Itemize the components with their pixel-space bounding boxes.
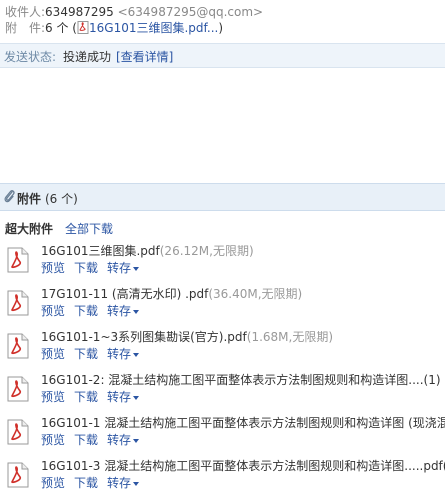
attachments-header: 附件 (6 个) <box>0 183 445 211</box>
pdf-file-icon <box>6 376 30 402</box>
attachment-name-line: 17G101-11 (高清无水印) .pdf(36.40M,无限期) <box>41 285 445 302</box>
attachment-name-line: 16G101-2: 混凝土结构施工图平面整体表示方法制图规则和构造详图....(… <box>41 371 445 388</box>
big-attachments-title: 超大附件 <box>5 222 54 236</box>
attachment-filename: 16G101-1~3系列图集勘误(官方).pdf <box>41 330 247 344</box>
chevron-down-icon <box>133 481 140 486</box>
view-details-link[interactable]: [查看详情] <box>116 48 173 65</box>
attachment-filename: 16G101-2: 混凝土结构施工图平面整体表示方法制图规则和构造详图....(… <box>41 373 441 387</box>
attachment-filename: 16G101三维图集.pdf <box>41 244 160 258</box>
forward-save-dropdown[interactable]: 转存 <box>107 390 148 404</box>
download-link[interactable]: 下载 <box>74 476 98 490</box>
download-link[interactable]: 下载 <box>74 304 98 318</box>
recipient-line: 收件人:634987295 <634987295@qq.com> <box>5 3 263 20</box>
big-attachments-row: 超大附件 全部下载 <box>5 220 113 237</box>
forward-save-dropdown[interactable]: 转存 <box>107 261 148 275</box>
download-all-link[interactable]: 全部下载 <box>65 222 113 236</box>
attachment-name-line: 16G101-3 混凝土结构施工图平面整体表示方法制图规则和构造详图.....p… <box>41 457 445 474</box>
attachment-actions: 预览 下载 转存 <box>41 345 157 362</box>
attachment-name-line: 16G101-1 混凝土结构施工图平面整体表示方法制图规则和构造详图 (现浇混 <box>41 414 445 431</box>
download-link[interactable]: 下载 <box>74 433 98 447</box>
attachment-actions: 预览 下载 转存 <box>41 474 157 491</box>
pdf-file-icon <box>6 419 30 445</box>
send-status-value: 投递成功 <box>63 50 112 64</box>
pdf-file-icon <box>6 333 30 359</box>
attachment-label: 附 件: <box>5 21 46 35</box>
send-status-label: 发送状态: <box>4 50 57 64</box>
chevron-down-icon <box>133 395 140 400</box>
chevron-down-icon <box>133 266 140 271</box>
preview-link[interactable]: 预览 <box>41 433 65 447</box>
attachment-filename: 16G101-3 混凝土结构施工图平面整体表示方法制图规则和构造详图.....p… <box>41 459 445 473</box>
chevron-down-icon <box>133 352 140 357</box>
attachment-actions: 预览 下载 转存 <box>41 302 157 319</box>
attachment-filename: 16G101-1 混凝土结构施工图平面整体表示方法制图规则和构造详图 (现浇混 <box>41 416 445 430</box>
recipient-name: 634987295 <box>45 5 114 19</box>
forward-save-label: 转存 <box>107 476 132 490</box>
forward-save-label: 转存 <box>107 261 132 275</box>
attachment-item: 16G101三维图集.pdf(26.12M,无限期) 预览 下载 转存 <box>0 241 445 283</box>
preview-link[interactable]: 预览 <box>41 261 65 275</box>
attachment-count: 6 个 ( <box>45 21 77 35</box>
preview-link[interactable]: 预览 <box>41 304 65 318</box>
forward-save-label: 转存 <box>107 347 132 361</box>
attachment-filename: 17G101-11 (高清无水印) .pdf <box>41 287 209 301</box>
attachment-item: 17G101-11 (高清无水印) .pdf(36.40M,无限期) 预览 下载 转存 <box>0 284 445 326</box>
attachments-count: (6 个) <box>45 192 78 206</box>
pdf-file-icon <box>6 290 30 316</box>
forward-save-dropdown[interactable]: 转存 <box>107 476 148 490</box>
attachment-meta: (36.40M,无限期) <box>208 287 303 301</box>
attachment-meta: (1.68M,无限期) <box>246 330 334 344</box>
recipient-label: 收件人: <box>5 5 46 19</box>
preview-link[interactable]: 预览 <box>41 390 65 404</box>
forward-save-label: 转存 <box>107 433 132 447</box>
download-link[interactable]: 下载 <box>74 390 98 404</box>
forward-save-label: 转存 <box>107 390 132 404</box>
attachment-actions: 预览 下载 转存 <box>41 431 157 448</box>
pdf-file-icon <box>6 462 30 488</box>
attachment-item: 16G101-1~3系列图集勘误(官方).pdf(1.68M,无限期) 预览 下载转… <box>0 327 445 369</box>
preview-link[interactable]: 预览 <box>41 347 65 361</box>
pdf-icon <box>77 21 89 34</box>
recipient-email: <634987295@qq.com> <box>117 5 264 19</box>
forward-save-label: 转存 <box>107 304 132 318</box>
attachment-close: ) <box>218 21 224 35</box>
chevron-down-icon <box>133 438 140 443</box>
attachment-meta: (26.12M,无限期) <box>159 244 254 258</box>
attachment-line: 附 件:6 个 ( 16G101三维图集.pdf...) <box>5 19 223 36</box>
forward-save-dropdown[interactable]: 转存 <box>107 304 148 318</box>
attachment-actions: 预览 下载 转存 <box>41 388 157 405</box>
attachments-title: 附件 <box>17 192 42 206</box>
chevron-down-icon <box>133 309 140 314</box>
attachment-name-line: 16G101-1~3系列图集勘误(官方).pdf(1.68M,无限期) <box>41 328 445 345</box>
paperclip-icon <box>4 190 15 203</box>
attachment-first-link[interactable]: 16G101三维图集.pdf... <box>89 21 218 35</box>
attachment-item: 16G101-2: 混凝土结构施工图平面整体表示方法制图规则和构造详图....(… <box>0 370 445 412</box>
attachment-item: 16G101-1 混凝土结构施工图平面整体表示方法制图规则和构造详图 (现浇混预… <box>0 413 445 455</box>
preview-link[interactable]: 预览 <box>41 476 65 490</box>
attachment-item: 16G101-3 混凝土结构施工图平面整体表示方法制图规则和构造详图.....p… <box>0 456 445 498</box>
forward-save-dropdown[interactable]: 转存 <box>107 347 148 361</box>
pdf-file-icon <box>6 247 30 273</box>
send-status-bar: 发送状态: 投递成功 [查看详情] <box>0 43 445 68</box>
download-link[interactable]: 下载 <box>74 261 98 275</box>
attachment-actions: 预览 下载 转存 <box>41 259 157 276</box>
attachment-name-line: 16G101三维图集.pdf(26.12M,无限期) <box>41 242 445 259</box>
download-link[interactable]: 下载 <box>74 347 98 361</box>
forward-save-dropdown[interactable]: 转存 <box>107 433 148 447</box>
